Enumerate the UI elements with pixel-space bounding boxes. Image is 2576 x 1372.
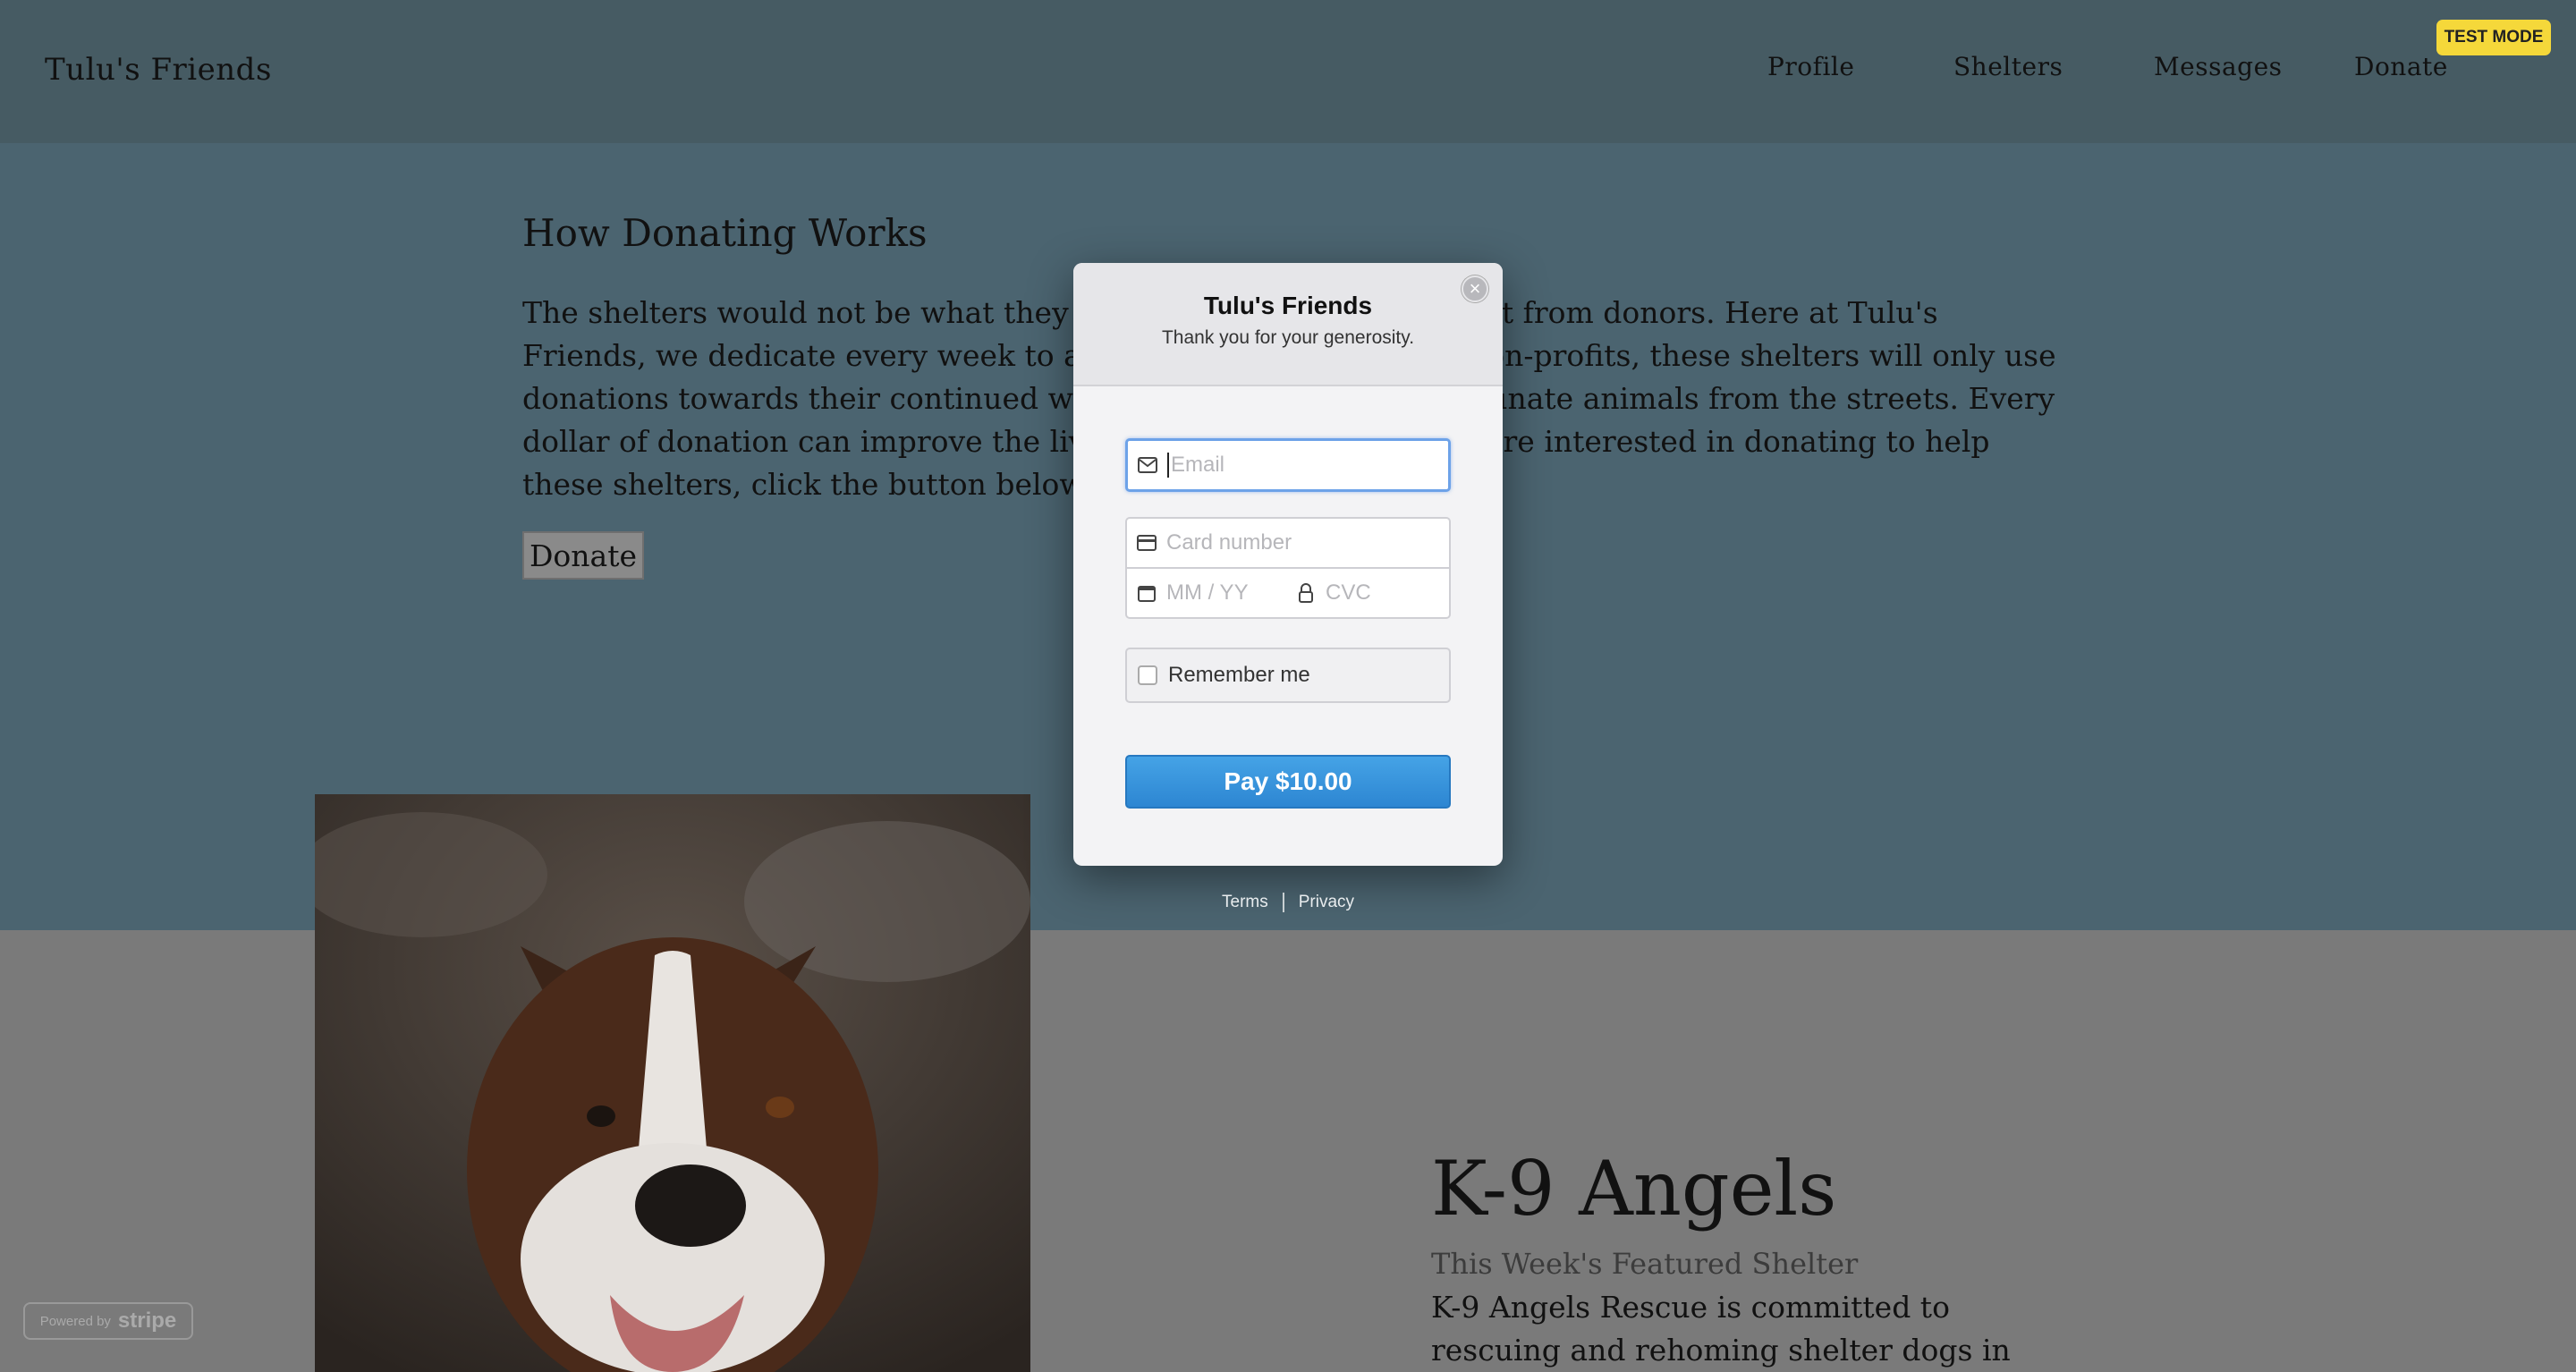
stripe-wordmark: stripe bbox=[117, 1308, 177, 1333]
featured-dog-photo bbox=[315, 794, 1030, 1372]
cvc-field[interactable]: CVC bbox=[1286, 567, 1451, 619]
powered-by-stripe[interactable]: Powered by stripe bbox=[23, 1302, 193, 1340]
remember-me-option[interactable]: Remember me bbox=[1125, 648, 1451, 703]
link-divider bbox=[1282, 893, 1284, 912]
lock-icon bbox=[1286, 583, 1326, 603]
nav-profile[interactable]: Profile bbox=[1767, 52, 1854, 81]
email-placeholder: Email bbox=[1171, 453, 1225, 477]
expiry-placeholder: MM / YY bbox=[1166, 580, 1249, 605]
powered-by-label: Powered by bbox=[39, 1313, 111, 1329]
terms-link[interactable]: Terms bbox=[1222, 893, 1268, 912]
cvc-placeholder: CVC bbox=[1326, 580, 1371, 605]
text-caret bbox=[1167, 453, 1169, 478]
checkout-legal-links: Terms Privacy bbox=[1222, 893, 1354, 912]
close-icon[interactable]: × bbox=[1462, 275, 1488, 302]
featured-shelter-name: K-9 Angels bbox=[1431, 1145, 1837, 1232]
site-brand[interactable]: Tulu's Friends bbox=[45, 52, 272, 88]
privacy-link[interactable]: Privacy bbox=[1299, 893, 1354, 912]
nav-shelters[interactable]: Shelters bbox=[1953, 52, 2063, 81]
credit-card-icon bbox=[1127, 535, 1166, 551]
remember-me-label: Remember me bbox=[1168, 663, 1310, 687]
checkout-modal: Tulu's Friends Thank you for your genero… bbox=[1073, 263, 1503, 866]
card-number-placeholder: Card number bbox=[1166, 530, 1292, 555]
calendar-icon bbox=[1127, 584, 1166, 602]
pay-button[interactable]: Pay $10.00 bbox=[1125, 755, 1451, 809]
featured-shelter-description: K-9 Angels Rescue is committed to rescui… bbox=[1431, 1290, 2011, 1368]
envelope-icon bbox=[1128, 457, 1167, 473]
remember-me-checkbox[interactable] bbox=[1138, 665, 1157, 685]
nav-messages[interactable]: Messages bbox=[2154, 52, 2283, 81]
expiry-field[interactable]: MM / YY bbox=[1125, 567, 1288, 619]
test-mode-badge: TEST MODE bbox=[2436, 20, 2551, 55]
featured-shelter-subtitle: This Week's Featured Shelter bbox=[1431, 1247, 1859, 1281]
how-donating-title: How Donating Works bbox=[522, 211, 928, 255]
checkout-title: Tulu's Friends bbox=[1203, 292, 1373, 319]
donate-button[interactable]: Donate bbox=[522, 531, 644, 580]
nav-donate[interactable]: Donate bbox=[2354, 52, 2448, 81]
checkout-header: Tulu's Friends Thank you for your genero… bbox=[1073, 263, 1503, 386]
card-number-field[interactable]: Card number bbox=[1125, 517, 1451, 569]
email-field[interactable]: Email bbox=[1125, 438, 1451, 492]
checkout-subtitle: Thank you for your generosity. bbox=[1161, 327, 1415, 348]
